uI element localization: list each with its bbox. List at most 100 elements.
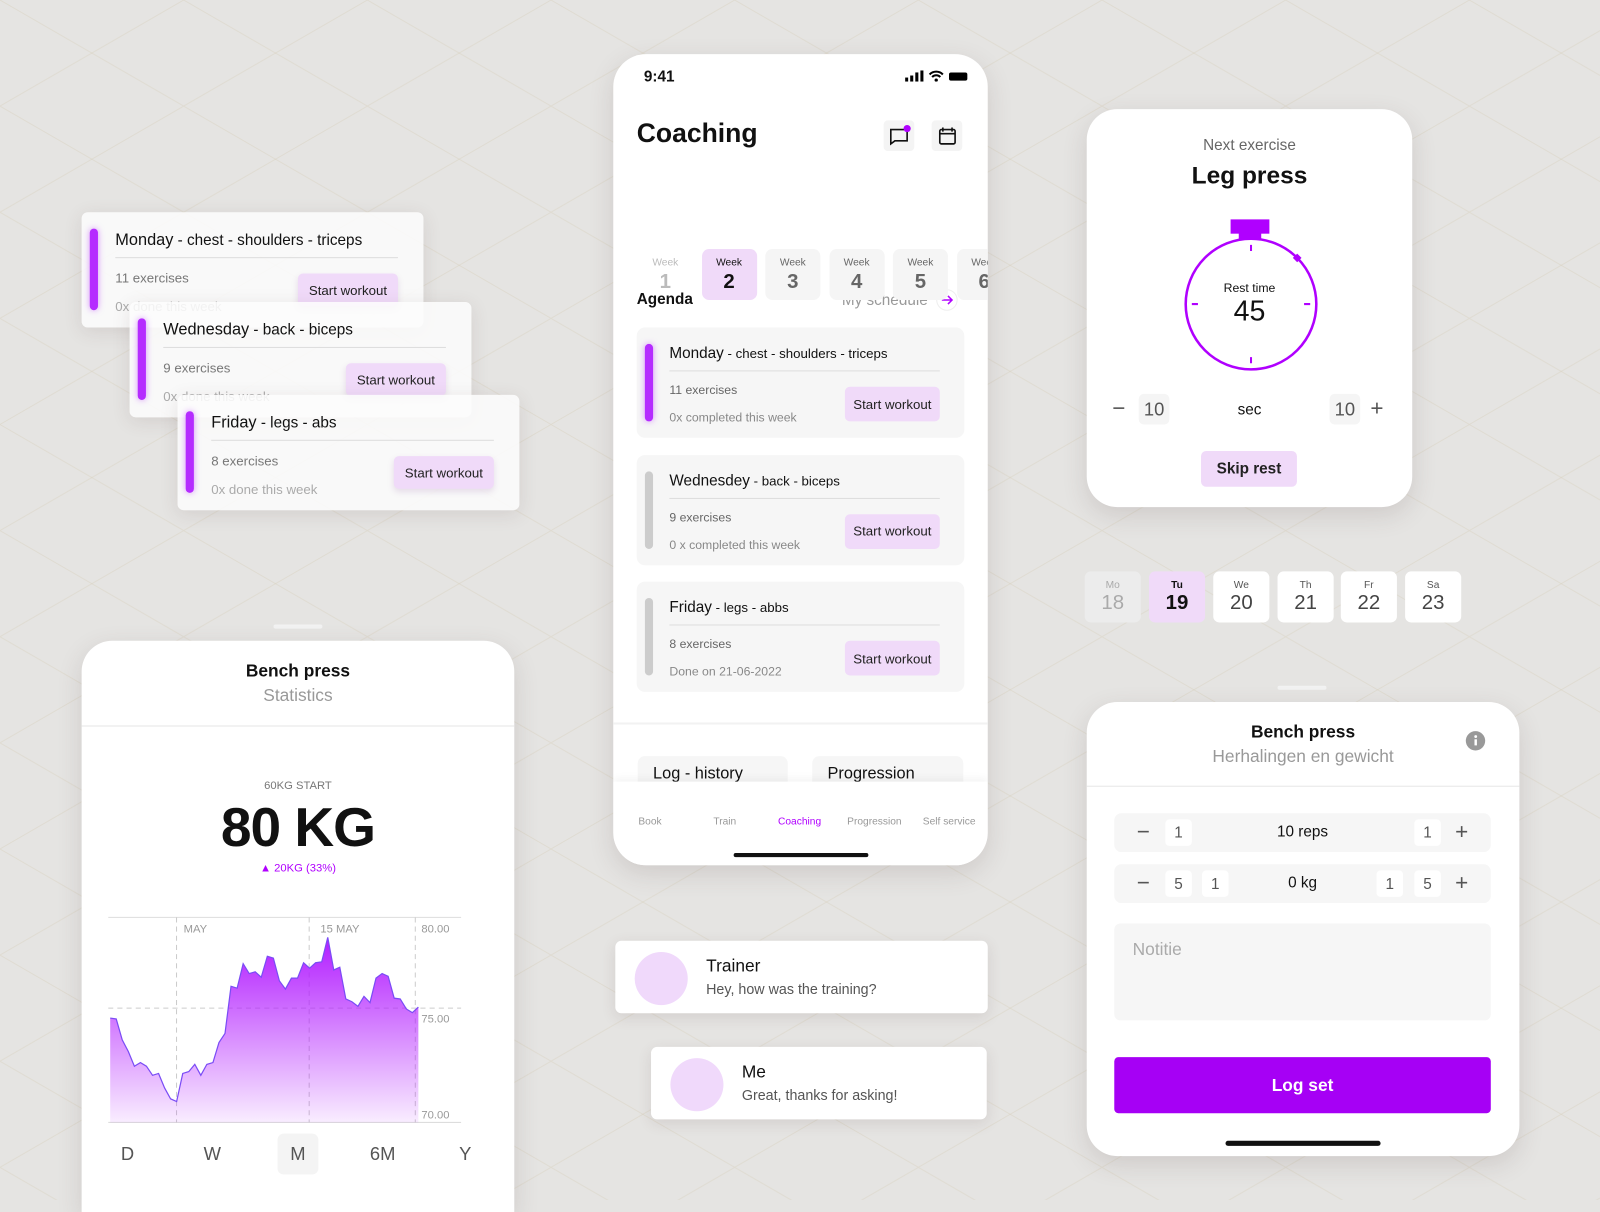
- exercise-count: 11 exercises: [669, 382, 738, 397]
- stats-subtitle: Statistics: [263, 685, 333, 706]
- day-tab-th[interactable]: Th 21: [1277, 571, 1334, 623]
- workout-muscles: - back - biceps: [249, 321, 353, 339]
- week-tab-6[interactable]: Week6: [956, 248, 988, 300]
- workout-title: Friday - legs - abs: [211, 414, 336, 432]
- agenda-item: Wednesdey - back - biceps 9 exercises 0 x …: [636, 454, 965, 565]
- exercise-count: 9 exercises: [669, 509, 732, 524]
- day-tab-tu[interactable]: Tu 19: [1148, 571, 1206, 623]
- exercise-subtitle: Herhalingen en gewicht: [1212, 746, 1394, 767]
- info-icon[interactable]: [1465, 731, 1486, 751]
- calendar-button[interactable]: [931, 120, 963, 152]
- canvas: Monday - chest - shoulders - triceps 11 e…: [0, 0, 1600, 1212]
- period-tab-y[interactable]: Y: [445, 1134, 486, 1175]
- increment-step[interactable]: 1: [1376, 870, 1404, 897]
- increase-step[interactable]: 10: [1329, 393, 1361, 425]
- period-tab-d[interactable]: D: [107, 1134, 148, 1175]
- start-workout-button[interactable]: Start workout: [345, 363, 446, 396]
- weight-stepper: −5 1 0 kg 1 5 +: [1114, 864, 1491, 904]
- chat-icon: [889, 124, 911, 146]
- stopwatch-button: [1230, 219, 1270, 234]
- week-tab-4[interactable]: Week 4: [829, 248, 885, 300]
- start-workout-button[interactable]: Start workout: [844, 640, 940, 676]
- increase-button[interactable]: +: [1370, 395, 1383, 422]
- drag-handle[interactable]: [1277, 685, 1327, 690]
- day-number: 21: [1294, 591, 1317, 615]
- tab-self-service[interactable]: Self service: [913, 792, 984, 827]
- start-workout-button[interactable]: Start workout: [844, 513, 940, 549]
- accent-bar: [137, 318, 146, 400]
- rest-time-label: Rest time: [1223, 280, 1276, 295]
- workout-muscles: - legs - abbs: [711, 599, 789, 616]
- period-tab-w[interactable]: W: [192, 1134, 233, 1175]
- increment-step[interactable]: 1: [1414, 819, 1441, 846]
- next-exercise-label: Next exercise: [1203, 136, 1296, 155]
- note-input[interactable]: Notitie: [1114, 923, 1491, 1021]
- day-number: 23: [1421, 591, 1445, 615]
- week-number: 1: [659, 270, 671, 293]
- week-tab-5[interactable]: Week 5: [892, 248, 948, 300]
- chat-message[interactable]: Trainer Hey, how was the training?: [615, 940, 988, 1014]
- week-number: 3: [787, 270, 799, 293]
- signal-icon: [905, 70, 924, 82]
- week-tab-1[interactable]: Week 1: [638, 249, 693, 300]
- workout-card: Friday - legs - abs 8 exercises 0x done th…: [177, 394, 520, 511]
- completion-status: Done on 21-06-2022: [669, 664, 782, 679]
- rest-time-value: 45: [1233, 294, 1266, 327]
- divider: [669, 370, 940, 372]
- coaching-phone-screen: 9:41 Coaching Agenda My schedule Log - h…: [613, 54, 988, 866]
- messages-button[interactable]: [883, 120, 915, 152]
- log-set-button[interactable]: Log set: [1114, 1057, 1491, 1114]
- y-tick-label: 75.00: [421, 1013, 449, 1025]
- chat-message[interactable]: Me Great, thanks for asking!: [651, 1046, 987, 1120]
- tab-progression[interactable]: Progression: [839, 792, 910, 828]
- day-label: Sa: [1426, 579, 1440, 591]
- skip-rest-button[interactable]: Skip rest: [1201, 451, 1297, 487]
- completion-status: 0x completed this week: [669, 410, 797, 425]
- workout-muscles: - back - biceps: [749, 472, 840, 489]
- tab-label: Progression: [847, 816, 902, 828]
- grid-icon: [939, 792, 959, 812]
- start-workout-button[interactable]: Start workout: [393, 456, 494, 489]
- period-tab-6m[interactable]: 6M: [362, 1134, 403, 1175]
- week-label: Week: [716, 257, 743, 269]
- workout-day: Wednesdey: [669, 471, 750, 490]
- x-tick-label: MAY: [184, 924, 208, 936]
- tab-book[interactable]: Book: [614, 792, 685, 827]
- tab-train[interactable]: Train: [689, 792, 760, 827]
- divider: [669, 497, 940, 499]
- week-tab-2[interactable]: Week 2: [701, 248, 757, 300]
- home-indicator: [1225, 1140, 1381, 1146]
- day-tab-fr[interactable]: Fr 22: [1340, 571, 1397, 623]
- avatar: [634, 952, 688, 1006]
- workout-title: Friday - legs - abbs: [669, 599, 788, 616]
- plus-button[interactable]: +: [1455, 870, 1468, 894]
- plus-button[interactable]: +: [1455, 819, 1468, 843]
- exercise-count: 11 exercises: [115, 270, 189, 286]
- exercise-count: 8 exercises: [669, 636, 732, 652]
- drag-handle[interactable]: [273, 624, 323, 629]
- bar-chart-icon: [864, 792, 884, 812]
- day-label: Tu: [1171, 579, 1183, 591]
- week-tab-3[interactable]: Week 3: [765, 248, 821, 300]
- weight-chart: MAY 15 MAY 80.00 75.00 70.00: [108, 916, 462, 1123]
- week-label: Week: [652, 257, 679, 269]
- tab-coaching[interactable]: Coaching: [764, 792, 835, 827]
- wifi-icon: [928, 70, 944, 82]
- calendar-icon: [938, 127, 956, 145]
- divider: [1086, 785, 1520, 787]
- next-exercise-name: Leg press: [1191, 162, 1308, 190]
- day-label: Fr: [1364, 579, 1374, 591]
- agenda-item: Friday - legs - abbs 8 exercises Done on 2…: [636, 581, 965, 692]
- day-number: 22: [1357, 591, 1381, 615]
- week-label: Week: [843, 257, 870, 269]
- increment-step[interactable]: 5: [1414, 870, 1441, 897]
- week-number: 6: [957, 270, 987, 293]
- start-workout-button[interactable]: Start workout: [844, 386, 940, 422]
- day-tab-we[interactable]: We 20: [1213, 571, 1270, 623]
- day-tab-mo[interactable]: Mo 18: [1084, 571, 1141, 623]
- period-tab-m[interactable]: M: [277, 1133, 319, 1175]
- workout-day: Friday: [669, 598, 712, 617]
- y-tick-label: 70.00: [421, 1109, 449, 1121]
- day-tab-sa[interactable]: Sa 23: [1405, 571, 1462, 623]
- divider: [163, 346, 446, 348]
